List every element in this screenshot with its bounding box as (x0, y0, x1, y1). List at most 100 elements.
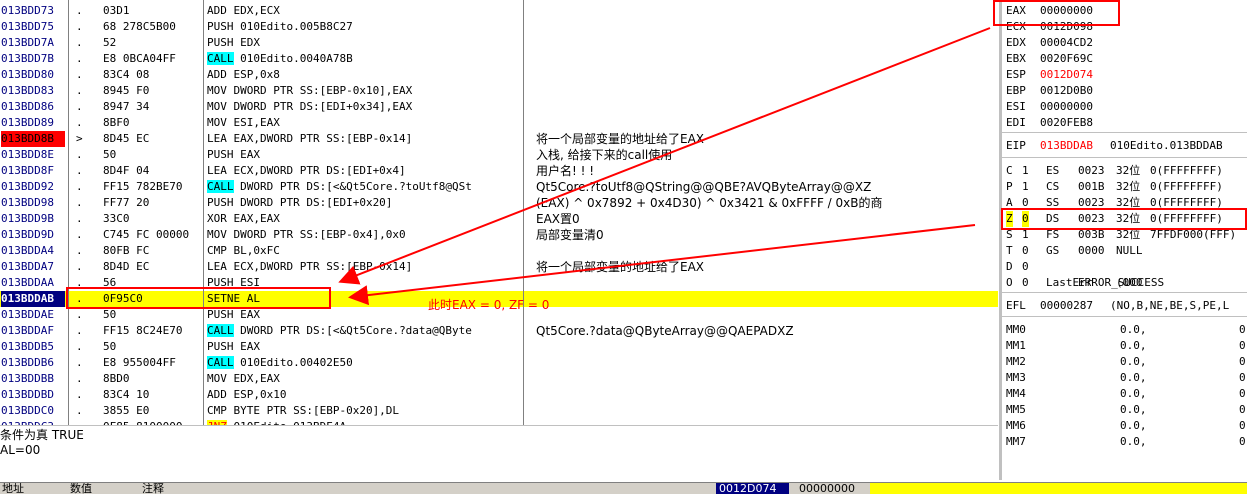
dump-header-value[interactable]: 数值 (68, 482, 138, 494)
stack-highlight-bar (870, 482, 1247, 494)
jump-marker: . (76, 196, 83, 209)
flag-row-o[interactable]: O 0 LastErr ERROR_SUCCESS (000 (1002, 275, 1247, 291)
jump-marker: . (76, 228, 83, 241)
register-name: EFL (1006, 299, 1026, 312)
disassembly-text: PUSH DWORD PTR DS:[EDI+0x20] (207, 196, 393, 209)
disassembly-text: PUSH EAX (207, 308, 260, 321)
disasm-row[interactable]: 013BDD73. 03D1 ADD EDX,ECX (0, 3, 998, 19)
register-row-ecx[interactable]: ECX 0012D098 (1002, 19, 1247, 35)
mmx-row-mm6[interactable]: MM6 0.0, 0 (1002, 418, 1247, 434)
disasm-row[interactable]: 013BDD8F. 8D4F 04 LEA ECX,DWORD PTR DS:[ED… (0, 163, 998, 179)
column-divider (203, 0, 204, 425)
register-row-esi[interactable]: ESI 00000000 (1002, 99, 1247, 115)
registers-pane[interactable]: EAX 00000000 ECX 0012D098 EDX 00004CD2 EBX 0020… (999, 0, 1247, 480)
column-divider (68, 0, 69, 425)
instruction-address: 013BDD75 (1, 20, 54, 33)
dump-header-comment[interactable]: 注释 (138, 482, 718, 494)
opcode-bytes: FF77 20 (103, 196, 150, 209)
mmx-row-mm3[interactable]: MM3 0.0, 0 (1002, 370, 1247, 386)
mnemonic: CALL (207, 52, 234, 65)
disasm-row[interactable]: 013BDDBD. 83C4 10 ADD ESP,0x10 (0, 387, 998, 403)
register-value-text: AL=00 (0, 443, 41, 457)
register-row-eip[interactable]: EIP 013BDDAB 010Edito.013BDDAB (1002, 138, 1247, 154)
dump-header-address[interactable]: 地址 (0, 482, 68, 494)
disasm-row[interactable]: 013BDD7B. E8 0BCA04FF CALL 010Edito.0040A7… (0, 51, 998, 67)
disasm-row[interactable]: 013BDDA4. 80FB FC CMP BL,0xFC (0, 243, 998, 259)
flag-row-a[interactable]: A 0 SS 0023 32位 0(FFFFFFFF) (1002, 195, 1247, 211)
flag-row-z[interactable]: Z 0 DS 0023 32位 0(FFFFFFFF) (1002, 211, 1247, 227)
disasm-row[interactable]: 013BDDAA. 56 PUSH ESI (0, 275, 998, 291)
segment-value: 0023 (1078, 212, 1105, 225)
flag-row-c[interactable]: C 1 ES 0023 32位 0(FFFFFFFF) (1002, 163, 1247, 179)
disasm-row[interactable]: 013BDD9B. 33C0 XOR EAX,EAX EAX置0 (0, 211, 998, 227)
disasm-row[interactable]: 013BDDAE. 50 PUSH EAX (0, 307, 998, 323)
disasm-row[interactable]: 013BDD98. FF77 20 PUSH DWORD PTR DS:[EDI+0… (0, 195, 998, 211)
disasm-row[interactable]: 013BDD7A. 52 PUSH EDX (0, 35, 998, 51)
flag-name: O (1006, 276, 1013, 289)
register-row-eax[interactable]: EAX 00000000 (1002, 3, 1247, 19)
flag-value: 0 (1022, 260, 1029, 273)
disasm-row[interactable]: 013BDD83. 8945 F0 MOV DWORD PTR SS:[EBP-0x… (0, 83, 998, 99)
operands: DWORD PTR DS:[<&Qt5Core.?data@QByte (233, 324, 472, 337)
disassembly-text: CALL DWORD PTR DS:[<&Qt5Core.?data@QByte (207, 323, 523, 339)
mmx-row-mm4[interactable]: MM4 0.0, 0 (1002, 386, 1247, 402)
mmx-value-b: 0 (1239, 435, 1246, 448)
disasm-row[interactable]: 013BDD86. 8947 34 MOV DWORD PTR DS:[EDI+0x… (0, 99, 998, 115)
flag-row-p[interactable]: P 1 CS 001B 32位 0(FFFFFFFF) (1002, 179, 1247, 195)
opcode-bytes: 33C0 (103, 212, 130, 225)
disasm-row[interactable]: 013BDD80. 83C4 08 ADD ESP,0x8 (0, 67, 998, 83)
disasm-row[interactable]: 013BDD8B >8D45 EC LEA EAX,DWORD PTR SS:[EB… (0, 131, 998, 147)
disasm-row[interactable]: 013BDD9D. C745 FC 00000 MOV DWORD PTR SS:[… (0, 227, 998, 243)
info-pane: 条件为真 TRUE AL=00 (0, 425, 998, 483)
comment-text: 局部变量清0 (536, 228, 604, 242)
jump-marker: . (76, 180, 83, 193)
disasm-row[interactable]: 013BDDAB. 0F95C0 SETNE AL (0, 291, 998, 307)
jump-marker: . (76, 100, 83, 113)
disassembly-text: MOV DWORD PTR SS:[EBP-0x10],EAX (207, 84, 413, 97)
disasm-row[interactable]: 013BDDB5. 50 PUSH EAX (0, 339, 998, 355)
disasm-row[interactable]: 013BDD89. 8BF0 MOV ESI,EAX (0, 115, 998, 131)
disasm-row[interactable]: 013BDDBB. 8BD0 MOV EDX,EAX (0, 371, 998, 387)
disasm-row[interactable]: 013BDD75. 68 278C5B00 PUSH 010Edito.005B8C… (0, 19, 998, 35)
operands: 010Edito.00402E50 (233, 356, 353, 369)
mmx-value-b: 0 (1239, 371, 1246, 384)
stack-value[interactable]: 00000000 (789, 482, 879, 494)
stack-address[interactable]: 0012D074 (716, 482, 789, 494)
register-row-edi[interactable]: EDI 0020FEB8 (1002, 115, 1247, 131)
disassembly-text: PUSH EAX (207, 340, 260, 353)
flag-row-d[interactable]: D0 (1002, 259, 1247, 275)
instruction-address: 013BDDC0 (1, 404, 54, 417)
disasm-row[interactable]: 013BDDA7. 8D4D EC LEA ECX,DWORD PTR SS:[EB… (0, 259, 998, 275)
disassembly-pane[interactable]: 013BDD73. 03D1 ADD EDX,ECX 013BDD75. 68 278C… (0, 0, 998, 425)
mmx-row-mm0[interactable]: MM0 0.0, 0 (1002, 322, 1247, 338)
jump-marker: > (76, 132, 83, 145)
flag-row-t[interactable]: T 0 GS 0000 NULL (1002, 243, 1247, 259)
register-value: 0012D0B0 (1040, 84, 1093, 97)
register-value: 0012D074 (1040, 68, 1093, 81)
register-row-ebx[interactable]: EBX 0020F69C (1002, 51, 1247, 67)
register-row-efl[interactable]: EFL 00000287 (NO,B,NE,BE,S,PE,L (1002, 298, 1247, 314)
register-name: EIP (1006, 139, 1026, 152)
register-row-edx[interactable]: EDX 00004CD2 (1002, 35, 1247, 51)
disasm-row[interactable]: 013BDDAF. FF15 8C24E70 CALL DWORD PTR DS:[… (0, 323, 998, 339)
segment-value: 001B (1078, 180, 1105, 193)
flag-value: 0 (1022, 244, 1029, 257)
mmx-row-mm7[interactable]: MM7 0.0, 0 (1002, 434, 1247, 450)
disasm-row[interactable]: 013BDDB6. E8 955004FF CALL 010Edito.00402E… (0, 355, 998, 371)
register-value: 0020F69C (1040, 52, 1093, 65)
mmx-row-mm5[interactable]: MM5 0.0, 0 (1002, 402, 1247, 418)
jump-marker: . (76, 260, 83, 273)
opcode-bytes: 8BF0 (103, 116, 130, 129)
disasm-row[interactable]: 013BDDC0. 3855 E0 CMP BYTE PTR SS:[EBP-0x2… (0, 403, 998, 419)
instruction-address: 013BDD80 (1, 68, 54, 81)
disasm-row[interactable]: 013BDD8E. 50 PUSH EAX 入栈, 给接下来的call使用 (0, 147, 998, 163)
flag-row-s[interactable]: S 1 FS 003B 32位 7FFDF000(FFF) (1002, 227, 1247, 243)
register-row-esp[interactable]: ESP 0012D074 (1002, 67, 1247, 83)
register-row-ebp[interactable]: EBP 0012D0B0 (1002, 83, 1247, 99)
instruction-address: 013BDD89 (1, 116, 54, 129)
mmx-row-mm2[interactable]: MM2 0.0, 0 (1002, 354, 1247, 370)
disasm-row[interactable]: 013BDD92. FF15 782BE70 CALL DWORD PTR DS:[… (0, 179, 998, 195)
mmx-row-mm1[interactable]: MM1 0.0, 0 (1002, 338, 1247, 354)
opcode-bytes: 03D1 (103, 4, 130, 17)
register-separator (1002, 292, 1247, 293)
